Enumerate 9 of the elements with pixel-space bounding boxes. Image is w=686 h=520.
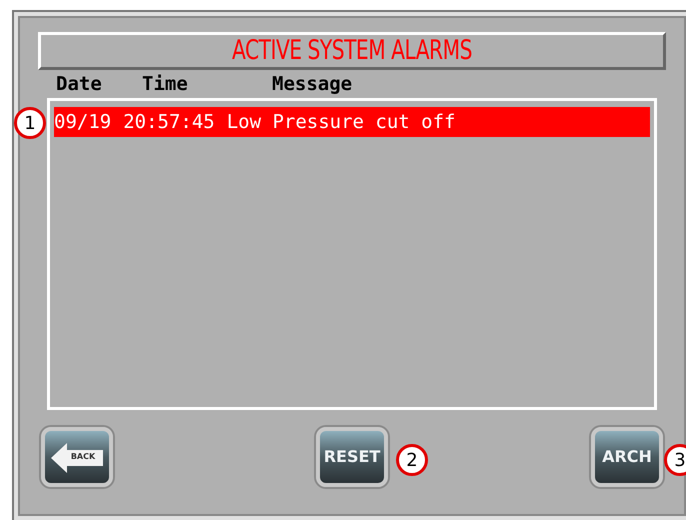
column-header: Date <box>56 72 103 97</box>
column-header: Time <box>142 72 189 97</box>
screen-title: ACTIVE SYSTEM ALARMS <box>232 34 472 68</box>
back-button[interactable]: BACK <box>41 427 113 487</box>
alarm-row[interactable]: 09/19 20:57:45 Low Pressure cut off <box>54 107 650 137</box>
reset-button[interactable]: RESET <box>316 427 388 487</box>
column-header: Message <box>272 72 352 97</box>
archive-button[interactable]: ARCH <box>591 427 663 487</box>
arrow-icon <box>51 443 103 473</box>
